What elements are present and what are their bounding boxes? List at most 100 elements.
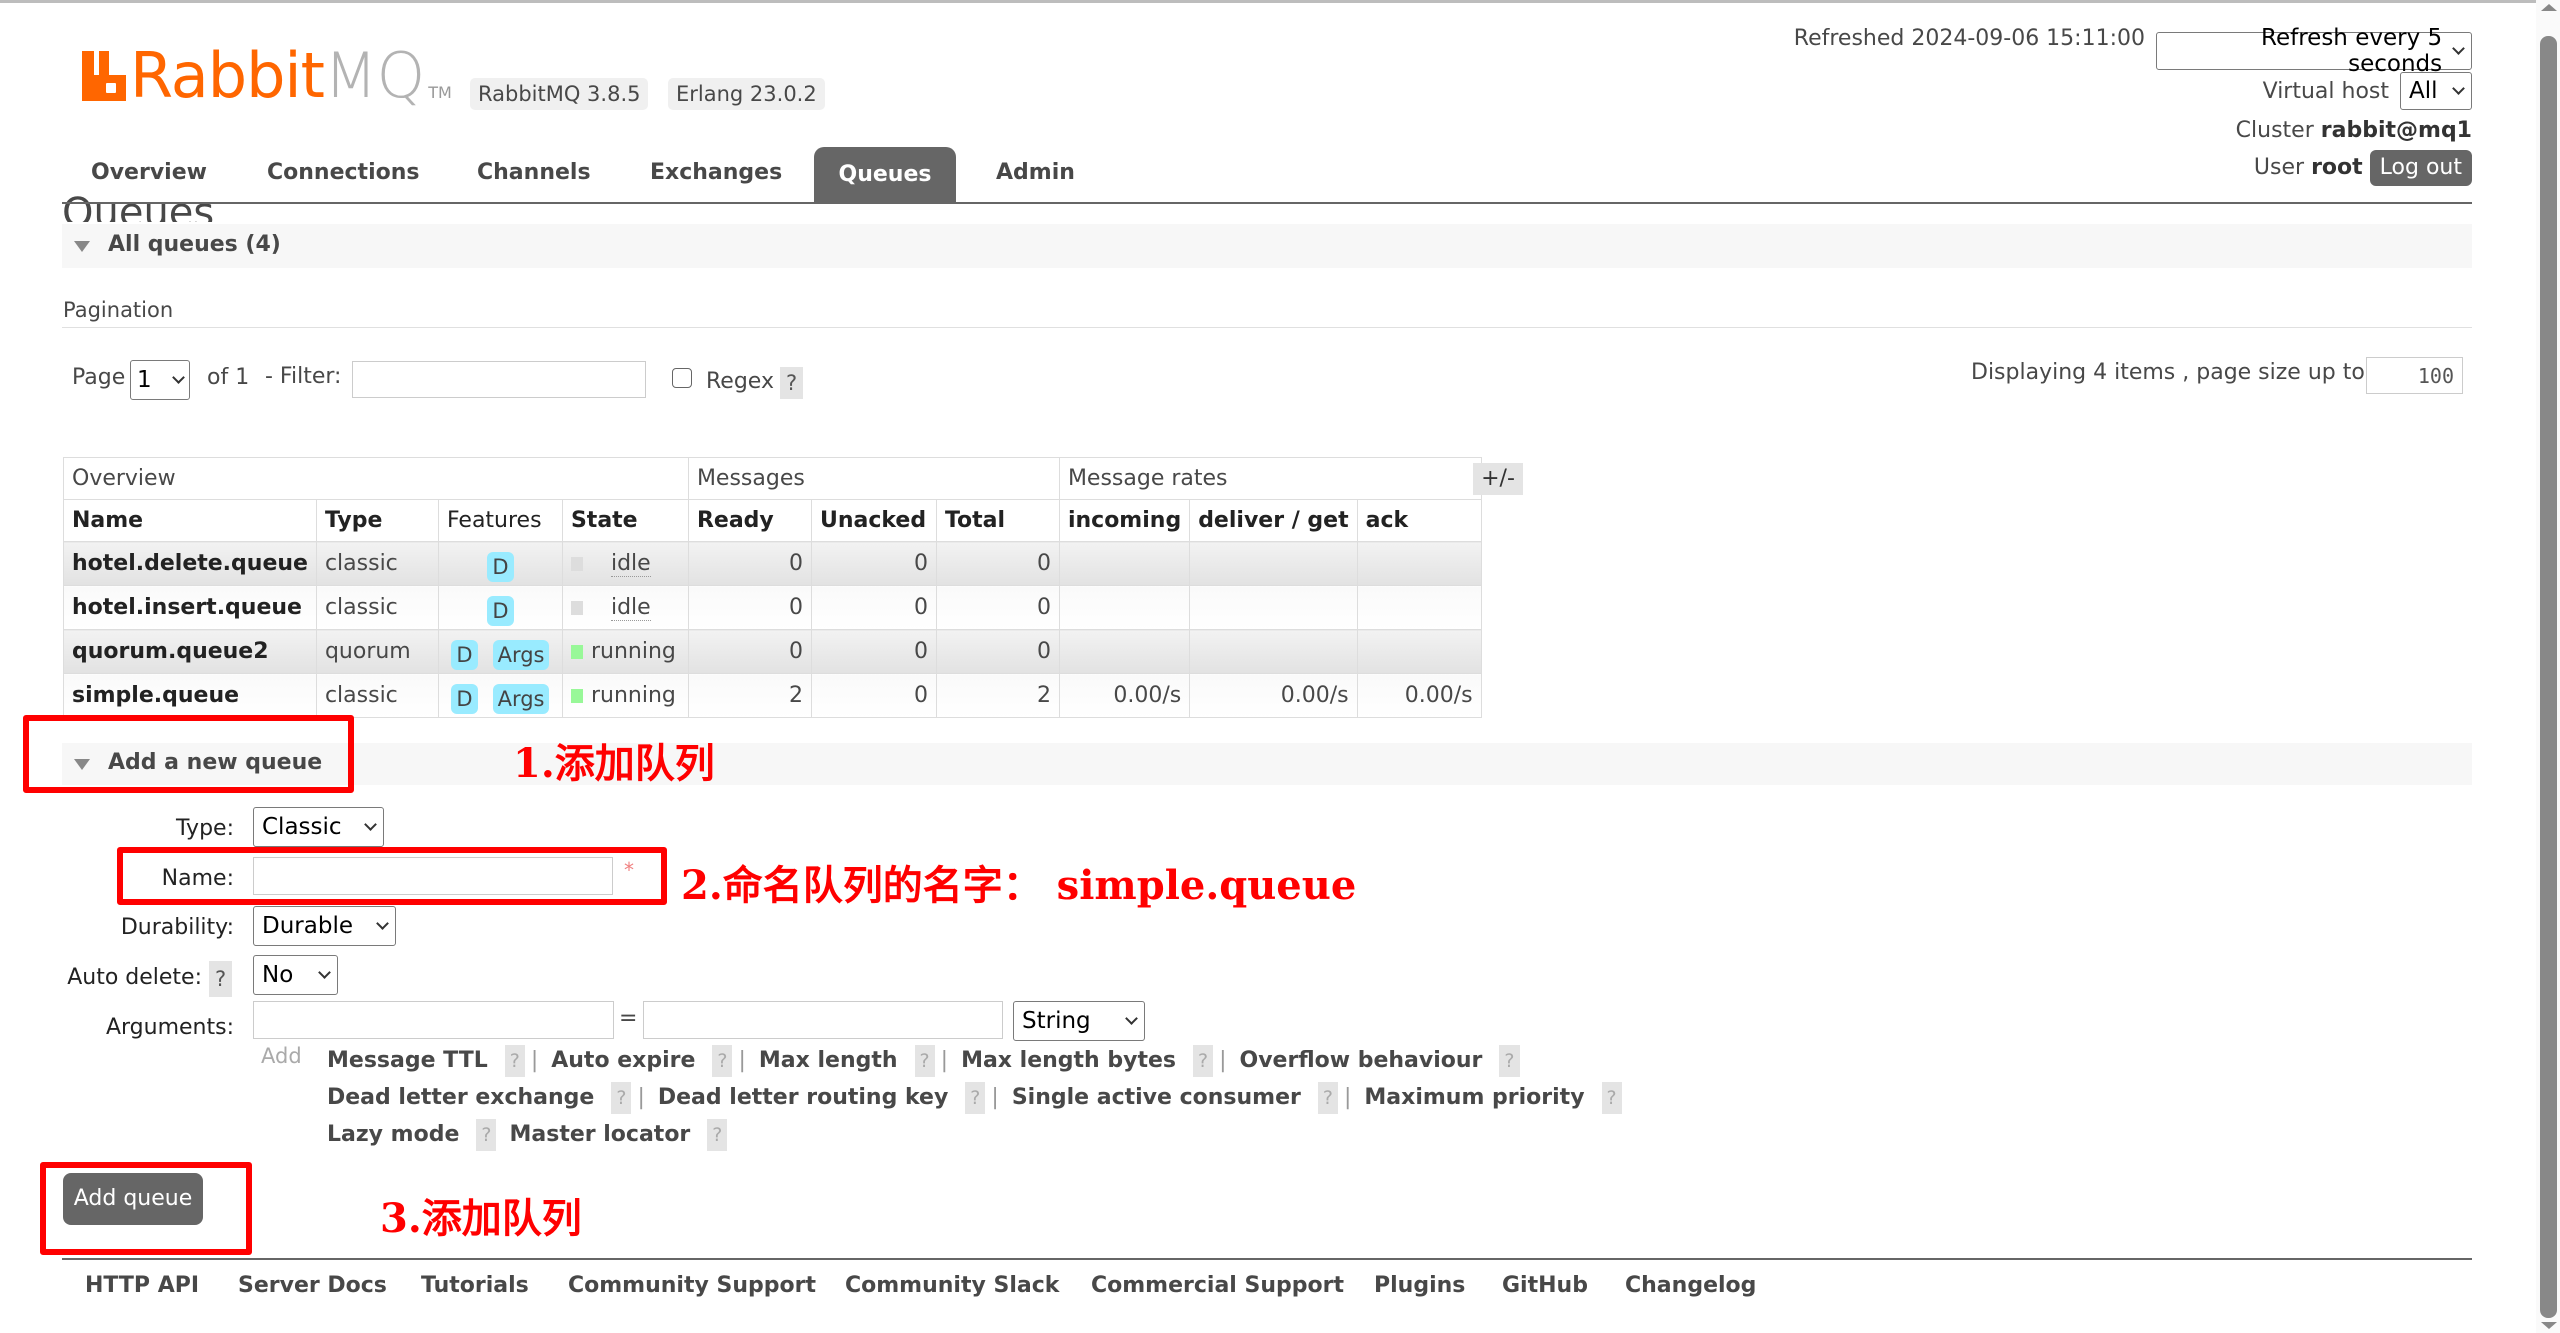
arg-link-overflow-behaviour[interactable]: Overflow behaviour [1240,1048,1483,1073]
incoming-rate [1058,629,1191,674]
footer-link-plugins[interactable]: Plugins [1374,1273,1465,1298]
queue-name-link[interactable]: hotel.delete.queue [63,541,317,586]
col-header-ack[interactable]: ack [1356,499,1482,542]
queue-type: classic [315,541,439,586]
table-row[interactable]: simple.queue classic D Args running 2 0 … [63,673,1482,718]
feature-badge-args[interactable]: Args [492,683,550,714]
footer-link-server-docs[interactable]: Server Docs [238,1273,387,1298]
help-button[interactable]: ? [1601,1082,1622,1114]
chevron-down-icon [1125,1011,1138,1025]
arg-link-maximum-priority[interactable]: Maximum priority [1364,1085,1584,1110]
help-button[interactable]: ? [1192,1045,1214,1077]
separator: | [530,1048,539,1073]
group-header-message-rates: Message rates [1058,457,1482,500]
feature-badge-durable[interactable]: D [487,551,514,582]
help-button[interactable]: ? [1317,1082,1338,1114]
footer-link-github[interactable]: GitHub [1502,1273,1588,1298]
col-header-state[interactable]: State [561,499,689,542]
tab-connections[interactable]: Connections [267,160,419,185]
arg-link-message-ttl[interactable]: Message TTL [327,1048,488,1073]
vhost-select[interactable]: All [2400,72,2472,110]
col-header-incoming[interactable]: incoming [1058,499,1191,542]
argument-key-input[interactable] [253,1001,614,1039]
rabbitmq-logo[interactable]: Rabbit MQ TM [82,45,452,107]
tab-exchanges[interactable]: Exchanges [650,160,782,185]
add-queue-section-toggle[interactable]: Add a new queue [62,743,2472,785]
vhost-row: Virtual host All [2263,72,2472,110]
queue-name-link[interactable]: hotel.insert.queue [63,585,317,630]
state-text: idle [610,551,651,577]
col-header-ready[interactable]: Ready [687,499,812,542]
col-header-unacked[interactable]: Unacked [810,499,937,542]
arg-link-master-locator[interactable]: Master locator [509,1122,690,1147]
argument-value-input[interactable] [643,1001,1003,1039]
help-button[interactable]: ? [712,1045,733,1077]
arg-link-dead-letter-exchange[interactable]: Dead letter exchange [327,1085,594,1110]
queue-name-link[interactable]: simple.queue [63,673,317,718]
arg-link-auto-expire[interactable]: Auto expire [551,1048,695,1073]
footer-link-http-api[interactable]: HTTP API [85,1273,199,1298]
durability-select[interactable]: Durable [253,906,396,946]
col-header-type[interactable]: Type [315,499,439,542]
tab-channels[interactable]: Channels [477,160,591,185]
arg-link-max-length[interactable]: Max length [759,1048,898,1073]
page-select[interactable]: 1 [130,360,190,400]
table-row[interactable]: hotel.insert.queue classic D idle 0 0 0 [63,585,1482,630]
argument-type-select[interactable]: String [1013,1001,1145,1041]
help-button[interactable]: ? [914,1045,935,1077]
logout-button[interactable]: Log out [2369,150,2472,186]
chevron-down-icon [172,370,185,384]
toggle-columns-button[interactable]: +/- [1473,463,1523,495]
feature-badge-durable[interactable]: D [487,595,514,626]
footer-link-commercial-support[interactable]: Commercial Support [1091,1273,1344,1298]
help-button[interactable]: ? [504,1045,525,1077]
ready-count: 0 [687,629,812,674]
queue-type-select[interactable]: Classic [253,807,384,847]
auto-delete-select[interactable]: No [253,955,338,995]
state-idle-icon [570,557,583,571]
help-button[interactable]: ? [1499,1045,1520,1077]
table-row[interactable]: quorum.queue2 quorum D Args running 0 0 … [63,629,1482,674]
scrollbar-thumb[interactable] [2540,36,2557,1318]
ack-rate [1356,585,1482,630]
queue-name-link[interactable]: quorum.queue2 [63,629,317,674]
feature-badge-durable[interactable]: D [451,639,478,670]
vhost-label: Virtual host [2262,79,2389,104]
scroll-down-arrow-icon[interactable] [2541,1322,2557,1329]
rabbitmq-version-badge: RabbitMQ 3.8.5 [470,78,649,110]
col-header-deliver-get[interactable]: deliver / get [1189,499,1358,542]
arg-link-max-length-bytes[interactable]: Max length bytes [961,1048,1176,1073]
arg-link-single-active-consumer[interactable]: Single active consumer [1012,1085,1301,1110]
filter-input[interactable] [352,361,646,398]
feature-badge-durable[interactable]: D [451,683,478,714]
table-row[interactable]: hotel.delete.queue classic D idle 0 0 0 [63,541,1482,586]
user-name: root [2311,155,2363,180]
col-header-name[interactable]: Name [63,499,317,542]
footer-link-community-slack[interactable]: Community Slack [845,1273,1059,1298]
help-button[interactable]: ? [611,1082,632,1114]
page-size-input[interactable] [2366,357,2463,394]
arg-link-lazy-mode[interactable]: Lazy mode [327,1122,459,1147]
all-queues-section-toggle[interactable]: All queues (4) [62,224,2472,268]
footer-link-tutorials[interactable]: Tutorials [421,1273,529,1298]
tab-queues[interactable]: Queues [814,147,956,203]
ack-rate [1356,541,1482,586]
feature-badge-args[interactable]: Args [492,639,550,670]
argument-links-row-1: Message TTL ? | Auto expire ? | Max length… [327,1045,1520,1077]
auto-delete-help-button[interactable]: ? [209,961,233,997]
scroll-up-arrow-icon[interactable] [2541,4,2557,11]
footer-link-community-support[interactable]: Community Support [568,1273,816,1298]
tab-admin[interactable]: Admin [996,160,1075,185]
regex-checkbox[interactable] [672,368,692,388]
help-button[interactable]: ? [476,1119,497,1151]
help-button[interactable]: ? [707,1119,728,1151]
help-button[interactable]: ? [965,1082,986,1114]
col-header-total[interactable]: Total [935,499,1060,542]
footer-link-changelog[interactable]: Changelog [1625,1273,1756,1298]
regex-help-button[interactable]: ? [780,367,804,399]
arg-link-dead-letter-routing-key[interactable]: Dead letter routing key [658,1085,948,1110]
state-running-icon [570,645,583,659]
queue-state: running [561,673,689,718]
refresh-interval-select[interactable]: Refresh every 5 seconds [2156,25,2472,77]
nav-divider [62,202,2472,204]
